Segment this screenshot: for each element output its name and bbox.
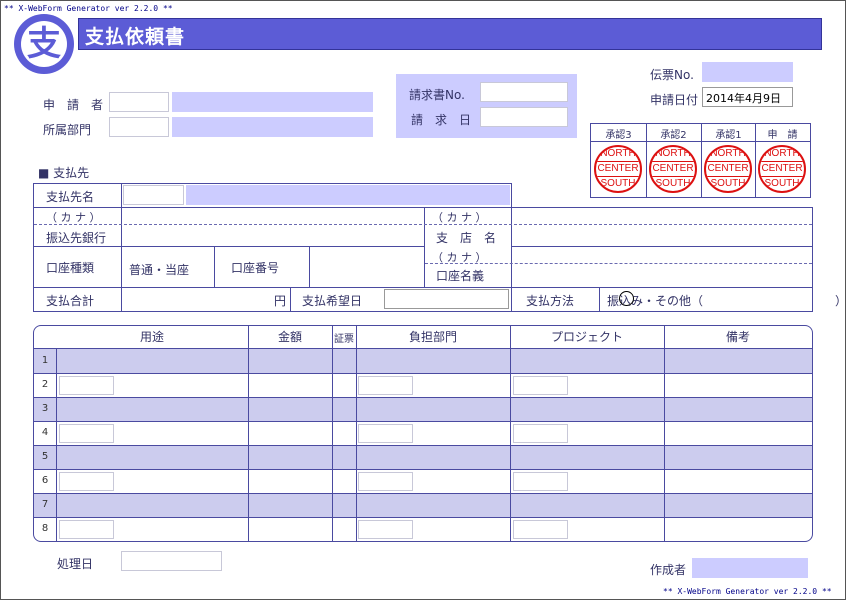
row-number: 4 xyxy=(41,427,49,438)
application-stamp[interactable]: NORTH CENTER SOUTH xyxy=(758,145,806,193)
col-header-amount: 金額 xyxy=(277,330,302,344)
generator-caption-bottom: ** X-WebForm Generator ver 2.2.0 ** xyxy=(663,587,832,596)
invoice-date-label: 請 求 日 xyxy=(411,113,472,127)
page-title: 支払依頼書 xyxy=(85,26,186,48)
table-row xyxy=(34,349,812,373)
stamp-line: SOUTH xyxy=(655,178,691,189)
approval-3-label: 承認3 xyxy=(605,130,632,141)
col-header-remarks: 備考 xyxy=(725,330,750,344)
payee-code-field[interactable] xyxy=(123,185,184,205)
project-code-field[interactable] xyxy=(513,520,568,539)
account-type-value[interactable]: 普通・当座 xyxy=(129,261,189,278)
generator-caption-top: ** X-WebForm Generator ver 2.2.0 ** xyxy=(4,4,173,13)
slip-no-label: 伝票No. xyxy=(650,68,694,82)
row-number: 5 xyxy=(41,451,49,462)
applicant-name-field[interactable] xyxy=(172,92,373,112)
bank-label: 振込先銀行 xyxy=(46,231,107,245)
bank-kana-label: （ カ ナ ） xyxy=(46,211,101,224)
stamp-line: NORTH xyxy=(655,148,691,159)
application-label: 申 請 xyxy=(767,130,798,141)
purpose-code-field[interactable] xyxy=(59,520,114,539)
project-code-field[interactable] xyxy=(513,472,568,491)
approval-box: 承認3 承認2 承認1 申 請 NORTH CENTER SOUTH NORTH… xyxy=(590,123,811,198)
payee-name-field[interactable] xyxy=(186,185,510,205)
stamp-line: NORTH xyxy=(710,148,746,159)
table-row xyxy=(34,493,812,517)
payee-name-label: 支払先名 xyxy=(46,190,95,204)
applicant-label: 申 請 者 xyxy=(43,98,104,112)
invoice-no-field[interactable] xyxy=(480,82,568,102)
department-code-field[interactable] xyxy=(358,424,413,443)
row-number: 3 xyxy=(41,403,49,414)
creator-label: 作成者 xyxy=(650,563,687,577)
apply-date-field[interactable]: 2014年4月9日 xyxy=(702,87,793,107)
row-number: 8 xyxy=(41,523,49,534)
branch-kana-label: （ カ ナ ） xyxy=(432,211,487,224)
row-number: 7 xyxy=(41,499,49,510)
applicant-code-field[interactable] xyxy=(109,92,169,112)
holder-kana-label: （ カ ナ ） xyxy=(432,251,487,264)
department-code-field[interactable] xyxy=(109,117,169,137)
logo-icon: 支 xyxy=(14,14,74,74)
stamp-line: CENTER xyxy=(651,161,695,177)
purpose-code-field[interactable] xyxy=(59,472,114,491)
row-number: 2 xyxy=(41,379,49,390)
approval-2-label: 承認2 xyxy=(660,130,687,141)
creator-field[interactable] xyxy=(692,558,808,578)
approval-2-stamp[interactable]: NORTH CENTER SOUTH xyxy=(649,145,697,193)
stamp-line: SOUTH xyxy=(764,178,800,189)
branch-label: 支 店 名 xyxy=(436,231,497,245)
invoice-date-field[interactable] xyxy=(480,107,568,127)
department-code-field[interactable] xyxy=(358,472,413,491)
slip-no-field[interactable] xyxy=(702,62,793,82)
purpose-code-field[interactable] xyxy=(59,376,114,395)
apply-date-label: 申請日付 xyxy=(650,93,699,107)
payee-section-label: ■ 支払先 xyxy=(38,166,90,180)
invoice-no-label: 請求書No. xyxy=(409,88,465,102)
stamp-line: SOUTH xyxy=(600,178,636,189)
stamp-line: NORTH xyxy=(600,148,636,159)
col-header-project: プロジェクト xyxy=(550,330,623,344)
row-number: 1 xyxy=(41,355,49,366)
desired-date-label: 支払希望日 xyxy=(302,294,363,308)
col-header-department: 負担部門 xyxy=(408,330,457,344)
account-type-label: 口座種類 xyxy=(46,261,95,275)
table-row xyxy=(34,445,812,469)
method-value[interactable]: 振込み・その他（ ） xyxy=(607,292,846,309)
logo-char: 支 xyxy=(27,24,61,64)
desired-date-field[interactable] xyxy=(384,289,509,309)
stamp-line: CENTER xyxy=(760,161,804,177)
title-bar: 支払依頼書 xyxy=(78,18,822,50)
project-code-field[interactable] xyxy=(513,424,568,443)
method-label: 支払方法 xyxy=(526,294,575,308)
total-label: 支払合計 xyxy=(46,294,95,308)
department-code-field[interactable] xyxy=(358,376,413,395)
stamp-line: CENTER xyxy=(706,161,750,177)
department-name-field[interactable] xyxy=(172,117,373,137)
processed-date-field[interactable] xyxy=(121,551,222,571)
selected-circle-icon xyxy=(619,291,634,306)
account-no-label: 口座番号 xyxy=(231,261,280,275)
row-number: 6 xyxy=(41,475,49,486)
table-row xyxy=(34,397,812,421)
project-code-field[interactable] xyxy=(513,376,568,395)
col-header-purpose: 用途 xyxy=(139,330,164,344)
department-label: 所属部門 xyxy=(43,123,92,137)
account-holder-label: 口座名義 xyxy=(436,269,485,283)
stamp-line: SOUTH xyxy=(710,178,746,189)
approval-1-label: 承認1 xyxy=(715,130,742,141)
col-header-voucher: 証票 xyxy=(334,334,354,345)
department-code-field[interactable] xyxy=(358,520,413,539)
yen-label: 円 xyxy=(274,294,287,308)
approval-1-stamp[interactable]: NORTH CENTER SOUTH xyxy=(704,145,752,193)
processed-date-label: 処理日 xyxy=(57,557,94,571)
stamp-line: CENTER xyxy=(596,161,640,177)
stamp-line: NORTH xyxy=(764,148,800,159)
purpose-code-field[interactable] xyxy=(59,424,114,443)
approval-3-stamp[interactable]: NORTH CENTER SOUTH xyxy=(594,145,642,193)
